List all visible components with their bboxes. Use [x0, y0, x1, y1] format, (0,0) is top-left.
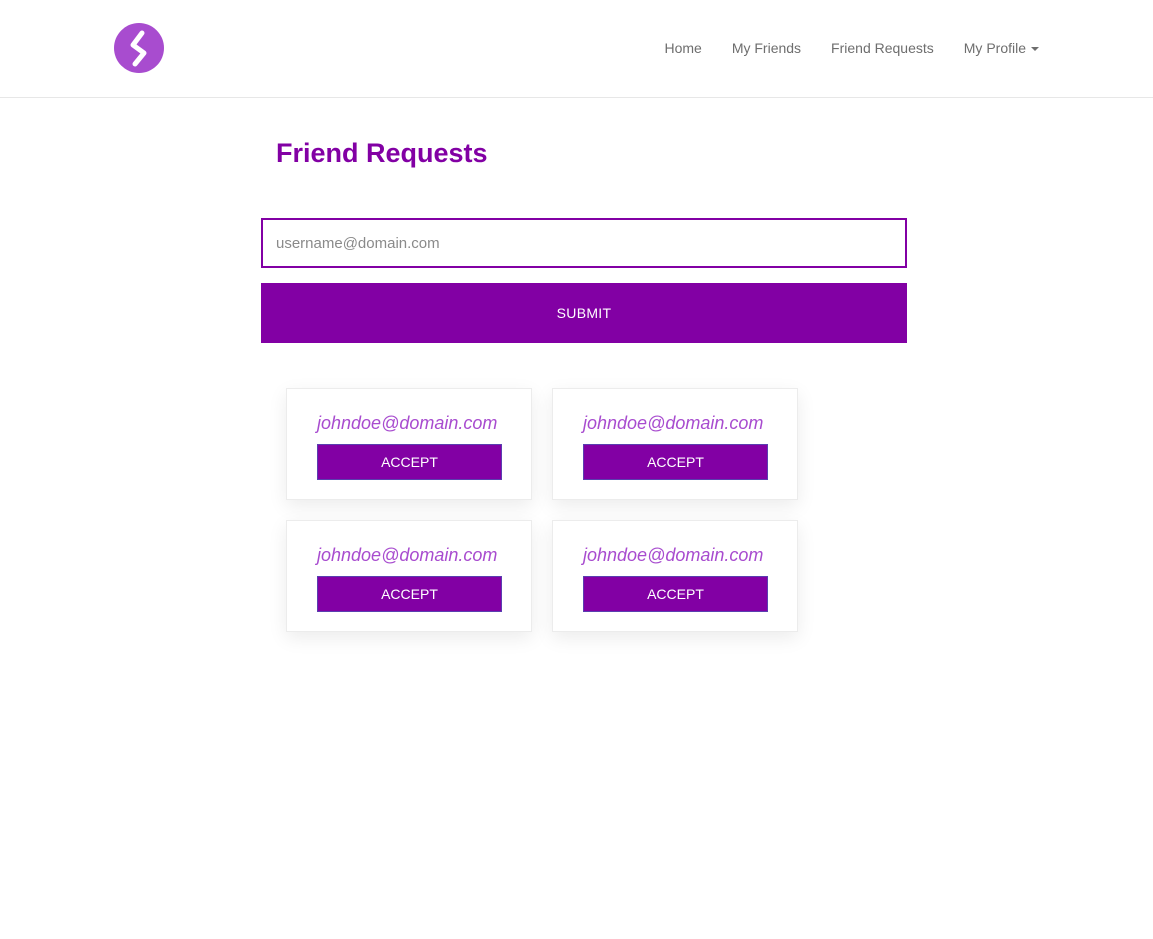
friend-request-card: johndoe@domain.com ACCEPT — [286, 520, 532, 632]
request-email: johndoe@domain.com — [317, 413, 498, 433]
email-input[interactable] — [261, 218, 907, 268]
nav-links: Home My Friends Friend Requests My Profi… — [664, 38, 1039, 58]
accept-button[interactable]: ACCEPT — [583, 576, 768, 612]
request-email: johndoe@domain.com — [583, 413, 764, 433]
accept-button[interactable]: ACCEPT — [583, 444, 768, 480]
accept-button[interactable]: ACCEPT — [317, 444, 502, 480]
nav-my-profile-label: My Profile — [963, 40, 1026, 56]
submit-button[interactable]: SUBMIT — [261, 283, 907, 343]
caret-down-icon — [1031, 47, 1039, 52]
request-email: johndoe@domain.com — [583, 545, 764, 565]
friend-request-card: johndoe@domain.com ACCEPT — [552, 520, 798, 632]
friend-request-card: johndoe@domain.com ACCEPT — [552, 388, 798, 500]
accept-button[interactable]: ACCEPT — [317, 576, 502, 612]
top-navbar: Home My Friends Friend Requests My Profi… — [0, 0, 1153, 98]
request-email: johndoe@domain.com — [317, 545, 498, 565]
friend-request-card: johndoe@domain.com ACCEPT — [286, 388, 532, 500]
nav-friend-requests[interactable]: Friend Requests — [831, 38, 934, 58]
page-title: Friend Requests — [276, 138, 488, 168]
friend-request-list: johndoe@domain.com ACCEPT johndoe@domain… — [286, 388, 806, 632]
nav-my-profile-dropdown[interactable]: My Profile — [964, 38, 1039, 58]
nav-my-friends[interactable]: My Friends — [732, 38, 801, 58]
nav-home[interactable]: Home — [664, 38, 701, 58]
s-logo-icon[interactable] — [114, 23, 164, 73]
